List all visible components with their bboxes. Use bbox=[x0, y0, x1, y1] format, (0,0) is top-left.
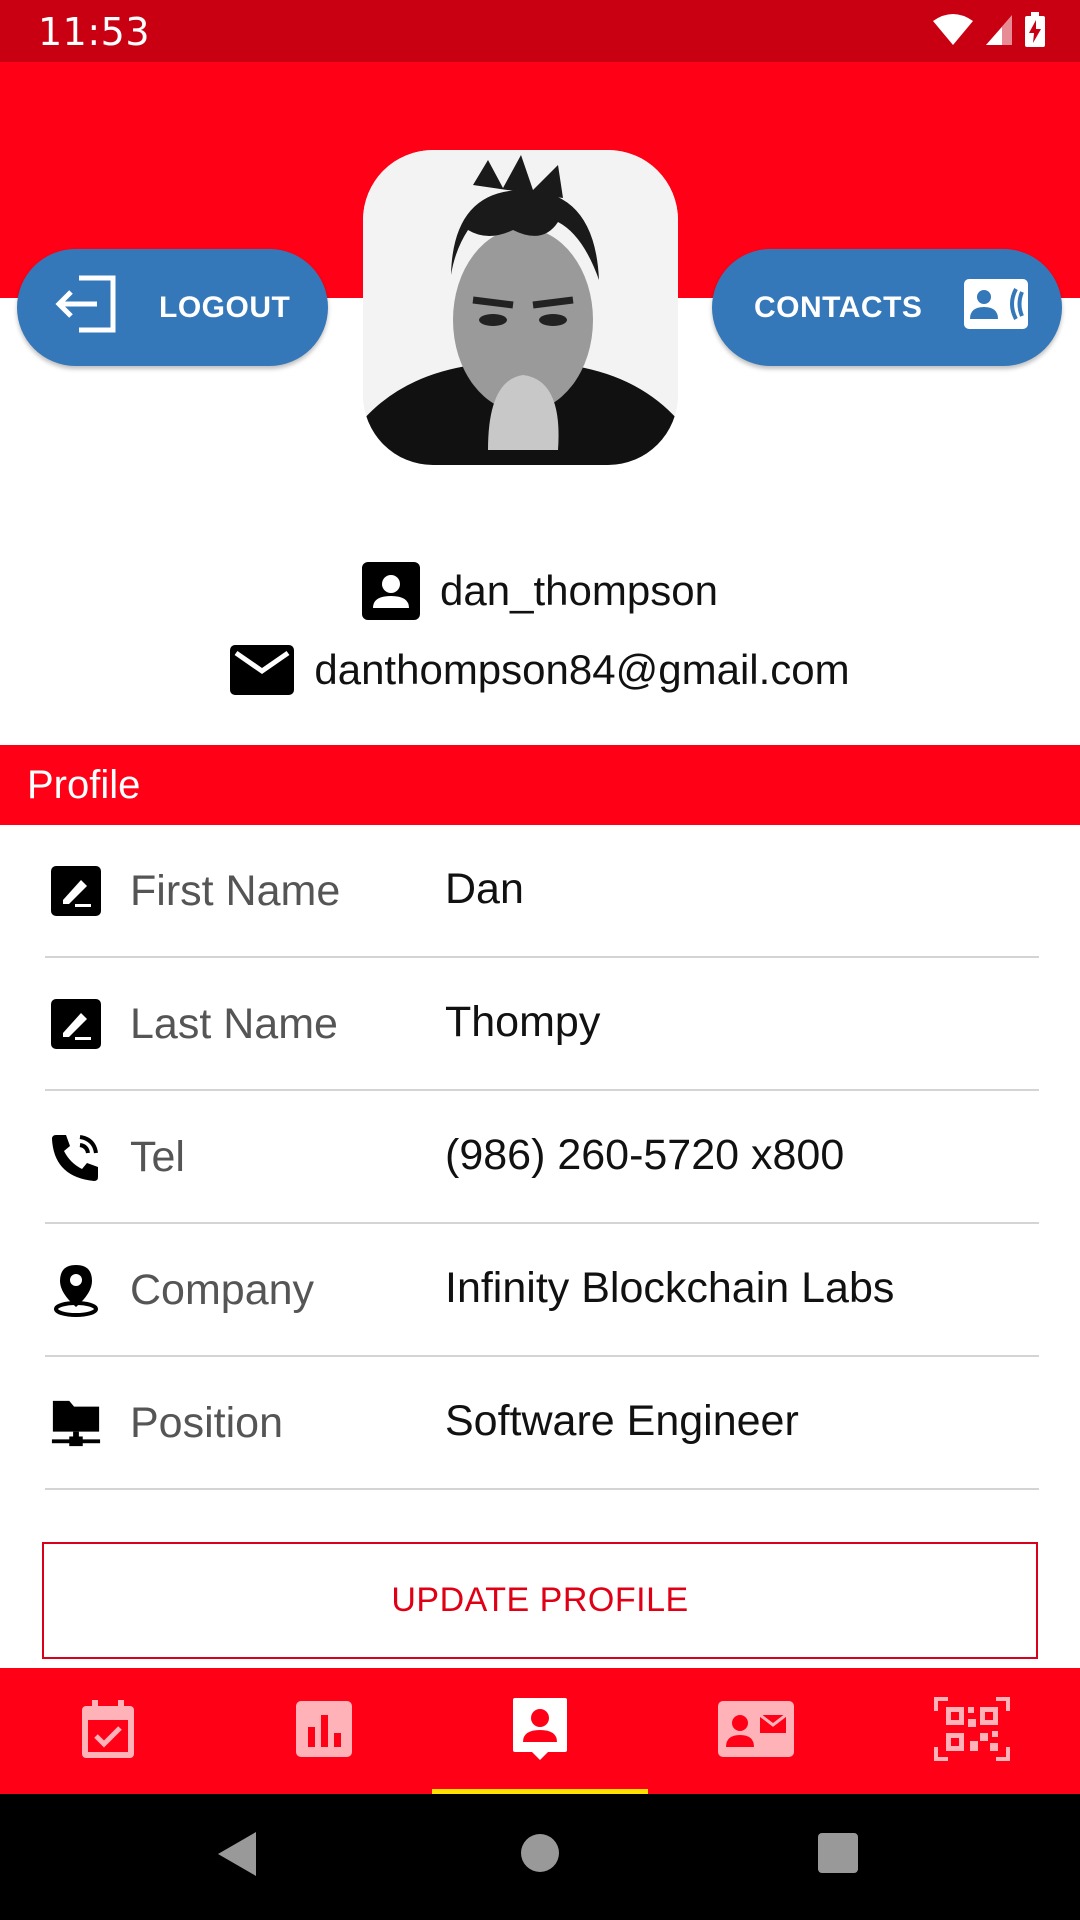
profile-badge-icon bbox=[511, 1696, 569, 1767]
battery-charging-icon bbox=[1025, 12, 1045, 47]
field-label: Position bbox=[130, 1399, 283, 1447]
calendar-check-icon bbox=[80, 1698, 136, 1765]
email: danthompson84@gmail.com bbox=[314, 646, 850, 693]
status-time: 11:53 bbox=[38, 10, 151, 54]
location-pin-icon bbox=[50, 1264, 102, 1317]
phone-icon bbox=[50, 1131, 102, 1183]
status-bar: 11:53 bbox=[0, 0, 1080, 62]
username: dan_thompson bbox=[440, 567, 718, 614]
field-row-position[interactable]: Position Software Engineer bbox=[45, 1357, 1039, 1490]
update-profile-button[interactable]: UPDATE PROFILE bbox=[42, 1542, 1038, 1659]
field-row-first-name[interactable]: First Name Dan bbox=[45, 825, 1039, 958]
back-icon[interactable] bbox=[216, 1830, 258, 1883]
field-value: Software Engineer bbox=[445, 1397, 799, 1445]
account-box-icon bbox=[362, 562, 421, 620]
logout-label: LOGOUT bbox=[159, 290, 291, 324]
status-icons bbox=[932, 12, 1046, 48]
contact-card-icon bbox=[718, 1700, 794, 1762]
field-value: (986) 260-5720 x800 bbox=[445, 1131, 845, 1179]
nav-qr[interactable] bbox=[864, 1668, 1080, 1794]
edit-box-icon bbox=[50, 865, 102, 917]
nav-contact-card[interactable] bbox=[648, 1668, 864, 1794]
mail-icon bbox=[230, 645, 295, 695]
field-value: Dan bbox=[445, 865, 524, 913]
contact-phone-icon bbox=[964, 278, 1029, 337]
qr-code-icon bbox=[934, 1696, 1010, 1766]
avatar bbox=[363, 150, 678, 465]
email-line: danthompson84@gmail.com bbox=[0, 645, 1080, 695]
profile-section-header: Profile bbox=[0, 745, 1080, 825]
nav-stats[interactable] bbox=[216, 1668, 432, 1794]
field-row-last-name[interactable]: Last Name Thompy bbox=[45, 958, 1039, 1091]
edit-box-icon bbox=[50, 998, 102, 1050]
field-label: Company bbox=[130, 1266, 315, 1314]
system-nav-bar bbox=[0, 1794, 1080, 1920]
bar-chart-icon bbox=[296, 1700, 352, 1762]
signal-icon bbox=[986, 15, 1012, 45]
username-line: dan_thompson bbox=[0, 562, 1080, 620]
logout-icon bbox=[55, 272, 121, 344]
nav-profile[interactable] bbox=[432, 1668, 648, 1794]
nav-calendar[interactable] bbox=[0, 1668, 216, 1794]
field-label: First Name bbox=[130, 867, 341, 915]
field-row-tel[interactable]: Tel (986) 260-5720 x800 bbox=[45, 1091, 1039, 1224]
field-label: Tel bbox=[130, 1133, 185, 1181]
recents-icon[interactable] bbox=[817, 1832, 859, 1879]
bottom-nav bbox=[0, 1668, 1080, 1794]
home-icon[interactable] bbox=[519, 1832, 561, 1879]
contacts-button[interactable]: CONTACTS bbox=[712, 249, 1062, 366]
field-value: Infinity Blockchain Labs bbox=[445, 1264, 895, 1312]
field-label: Last Name bbox=[130, 1000, 338, 1048]
wifi-icon bbox=[933, 14, 973, 45]
contacts-label: CONTACTS bbox=[754, 290, 923, 324]
field-value: Thompy bbox=[445, 998, 601, 1046]
logout-button[interactable]: LOGOUT bbox=[17, 249, 328, 366]
field-row-company[interactable]: Company Infinity Blockchain Labs bbox=[45, 1224, 1039, 1357]
profile-fields: First Name Dan Last Name Thompy Tel (986… bbox=[45, 825, 1039, 1490]
folder-network-icon bbox=[50, 1397, 102, 1449]
